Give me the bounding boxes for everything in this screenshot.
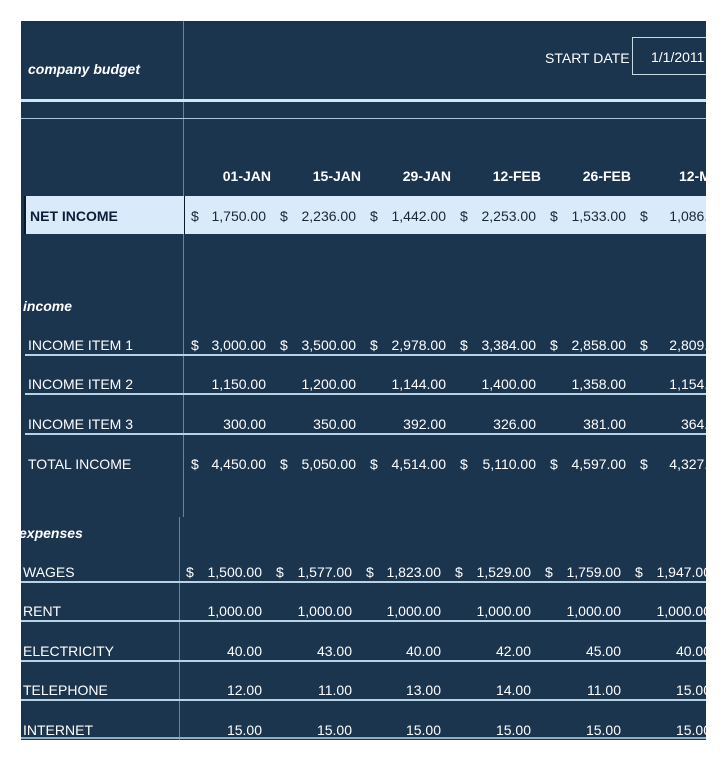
income-cell[interactable]: 2,858.00 <box>546 337 627 353</box>
expense-cell[interactable]: 14.00 <box>451 682 531 698</box>
expense-cell[interactable]: 15.00 <box>631 682 706 698</box>
header-rule-thick <box>21 99 706 102</box>
expense-cell[interactable]: 15.00 <box>182 722 262 738</box>
net-income-cell[interactable]: 2,253.00 <box>456 208 537 224</box>
expense-cell[interactable]: 45.00 <box>541 643 621 659</box>
income-cell[interactable]: 350.00 <box>276 416 356 432</box>
expense-row-label: WAGES <box>23 564 75 580</box>
income-cell[interactable]: 392.00 <box>366 416 446 432</box>
income-cell[interactable]: 3,500.00 <box>276 337 357 353</box>
income-cell[interactable]: 3,000.00 <box>186 337 267 353</box>
income-cell[interactable]: 326.00 <box>456 416 536 432</box>
income-cell[interactable]: 1,200.00 <box>276 376 357 392</box>
expense-cell[interactable]: 1,759.00 <box>541 564 622 580</box>
expense-cell[interactable]: 40.00 <box>182 643 262 659</box>
column-header[interactable]: 12-MA <box>641 168 706 184</box>
expense-cell[interactable]: 13.00 <box>361 682 441 698</box>
expense-cell[interactable]: 11.00 <box>272 682 352 698</box>
expense-cell[interactable]: 11.00 <box>541 682 621 698</box>
expenses-section-label: expenses <box>21 525 83 541</box>
income-cell[interactable]: 2,978.00 <box>366 337 447 353</box>
expense-cell[interactable]: 15.00 <box>631 722 706 738</box>
income-row-label: INCOME ITEM 3 <box>28 416 134 432</box>
income-cell[interactable]: 381.00 <box>546 416 626 432</box>
expense-cell[interactable]: 15.00 <box>541 722 621 738</box>
start-date-label: START DATE <box>545 50 630 66</box>
net-income-divider <box>184 196 185 234</box>
income-cell[interactable]: 4,597.00 <box>546 456 627 472</box>
expense-cell[interactable]: 1,000.00 <box>272 603 353 619</box>
expense-cell[interactable]: 42.00 <box>451 643 531 659</box>
income-cell[interactable]: 1,150.00 <box>186 376 267 392</box>
income-cell[interactable]: 5,050.00 <box>276 456 357 472</box>
sheet-title: company budget <box>28 61 141 77</box>
expense-cell[interactable]: 1,500.00 <box>182 564 263 580</box>
income-row-rule <box>25 393 706 395</box>
income-row-label: TOTAL INCOME <box>28 456 132 472</box>
expense-cell[interactable]: 1,947.00 <box>631 564 707 580</box>
income-row-rule <box>25 354 706 356</box>
expense-cell[interactable]: 40.00 <box>631 643 706 659</box>
income-cell[interactable]: 1,154.0 <box>636 376 706 392</box>
column-divider-top <box>183 21 184 517</box>
expense-row-rule <box>21 620 706 622</box>
column-header[interactable]: 01-JAN <box>191 168 271 184</box>
expense-row-label: INTERNET <box>23 722 93 738</box>
expense-cell[interactable]: 40.00 <box>361 643 441 659</box>
expense-cell[interactable]: 15.00 <box>451 722 531 738</box>
column-divider-bottom <box>179 517 180 740</box>
net-income-cell[interactable]: 1,086.0 <box>636 208 706 224</box>
bottom-rule <box>21 737 706 739</box>
income-cell[interactable]: 1,400.00 <box>456 376 537 392</box>
expense-cell[interactable]: 43.00 <box>272 643 352 659</box>
column-header[interactable]: 12-FEB <box>461 168 541 184</box>
expense-cell[interactable]: 1,577.00 <box>272 564 353 580</box>
net-income-cell[interactable]: 1,750.00 <box>186 208 267 224</box>
expense-cell[interactable]: 15.00 <box>361 722 441 738</box>
net-income-cell[interactable]: 1,442.00 <box>366 208 447 224</box>
budget-sheet: company budget START DATE 1/1/2011 01-JA… <box>21 21 706 740</box>
expense-row-rule <box>21 581 706 583</box>
column-header[interactable]: 15-JAN <box>281 168 361 184</box>
expense-cell[interactable]: 1,000.00 <box>451 603 532 619</box>
income-row-rule <box>25 433 706 435</box>
expense-row-rule <box>21 699 706 701</box>
column-header[interactable]: 26-FEB <box>551 168 631 184</box>
income-cell[interactable]: 4,327.0 <box>636 456 706 472</box>
income-cell[interactable]: 4,450.00 <box>186 456 267 472</box>
expense-row-rule <box>21 660 706 662</box>
income-cell[interactable]: 3,384.00 <box>456 337 537 353</box>
expense-row-label: TELEPHONE <box>23 682 108 698</box>
expense-cell[interactable]: 1,000.00 <box>541 603 622 619</box>
net-income-cell[interactable]: 1,533.00 <box>546 208 627 224</box>
expense-row-label: RENT <box>23 603 62 619</box>
income-section-label: income <box>23 298 73 314</box>
income-cell[interactable]: 300.00 <box>186 416 266 432</box>
expense-cell[interactable]: 1,000.00 <box>182 603 263 619</box>
expense-cell[interactable]: 15.00 <box>272 722 352 738</box>
income-cell[interactable]: 5,110.00 <box>456 456 536 472</box>
net-income-cell[interactable]: 2,236.00 <box>276 208 357 224</box>
income-cell[interactable]: 364.0 <box>636 416 706 432</box>
expense-cell[interactable]: 12.00 <box>182 682 262 698</box>
income-row-label: INCOME ITEM 1 <box>28 337 134 353</box>
start-date-value: 1/1/2011 <box>651 49 705 65</box>
column-header[interactable]: 29-JAN <box>371 168 451 184</box>
start-date-field[interactable]: 1/1/2011 <box>632 37 706 75</box>
income-cell[interactable]: 2,809.0 <box>636 337 706 353</box>
expense-cell[interactable]: 1,823.00 <box>361 564 442 580</box>
header-rule-thin <box>21 118 706 119</box>
expense-cell[interactable]: 1,529.00 <box>451 564 532 580</box>
expense-cell[interactable]: 1,000.00 <box>631 603 707 619</box>
income-cell[interactable]: 4,514.00 <box>366 456 447 472</box>
net-income-label: NET INCOME <box>30 208 118 224</box>
income-cell[interactable]: 1,358.00 <box>546 376 627 392</box>
income-row-label: INCOME ITEM 2 <box>28 376 134 392</box>
expense-cell[interactable]: 1,000.00 <box>361 603 442 619</box>
expense-row-label: ELECTRICITY <box>23 643 115 659</box>
income-cell[interactable]: 1,144.00 <box>366 376 447 392</box>
